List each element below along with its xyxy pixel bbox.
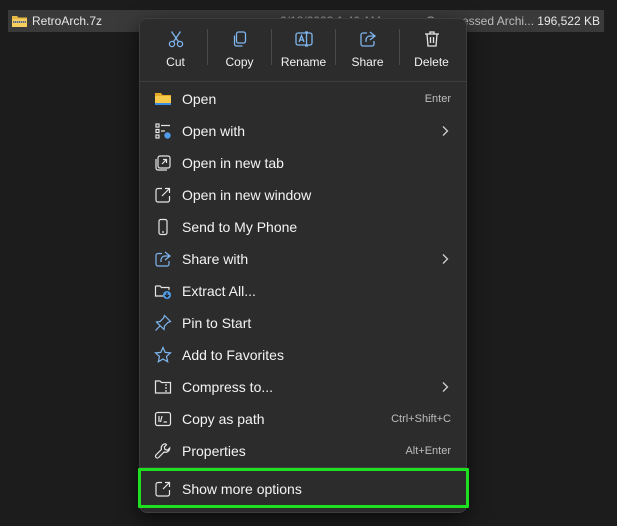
path-icon: [154, 410, 172, 428]
menu-item-shortcut: Alt+Enter: [405, 445, 451, 457]
new-window-icon: [154, 186, 172, 204]
show-more-options-label: Show more options: [182, 481, 302, 497]
menu-item-label: Open in new tab: [182, 155, 284, 171]
share-icon: [358, 29, 378, 49]
menu-item-label: Open in new window: [182, 187, 312, 203]
star-icon: [154, 346, 172, 364]
copy-icon: [230, 29, 250, 49]
share-with-icon: [154, 250, 172, 268]
trash-icon: [422, 29, 442, 49]
menu-item-label: Add to Favorites: [182, 347, 284, 363]
menu-item-open-in-new-tab[interactable]: Open in new tab: [140, 147, 466, 179]
share-button[interactable]: Share: [336, 19, 399, 75]
chevron-right-icon: [441, 125, 449, 137]
menu-item-copy-as-path[interactable]: Copy as path Ctrl+Shift+C: [140, 403, 466, 435]
menu-item-label: Pin to Start: [182, 315, 252, 331]
menu-item-send-to-phone[interactable]: Send to My Phone: [140, 211, 466, 243]
menu-divider: [140, 81, 466, 82]
menu-item-label: Properties: [182, 443, 246, 459]
menu-item-label: Open: [182, 91, 217, 107]
menu-item-shortcut: Ctrl+Shift+C: [391, 413, 451, 425]
chevron-right-icon: [441, 381, 449, 393]
menu-item-label: Extract All...: [182, 283, 256, 299]
copy-label: Copy: [225, 55, 254, 69]
compress-icon: [154, 378, 172, 396]
menu-divider: [140, 467, 466, 468]
menu-item-properties[interactable]: Properties Alt+Enter: [140, 435, 466, 467]
menu-item-compress-to[interactable]: Compress to...: [140, 371, 466, 403]
rename-label: Rename: [280, 55, 327, 69]
delete-label: Delete: [414, 55, 449, 69]
cut-label: Cut: [166, 55, 185, 69]
menu-item-add-to-favorites[interactable]: Add to Favorites: [140, 339, 466, 371]
quick-action-bar: Cut Copy Rename Share Delete: [140, 19, 466, 75]
apps-icon: [154, 122, 172, 140]
rename-button[interactable]: Rename: [272, 19, 335, 75]
scissors-icon: [166, 29, 186, 49]
show-more-options-button[interactable]: Show more options: [140, 473, 466, 505]
wrench-icon: [154, 442, 172, 460]
menu-item-label: Send to My Phone: [182, 219, 298, 235]
archive-file-icon: [11, 14, 28, 28]
menu-items: Open Enter Open with Open in new tab Ope…: [140, 83, 466, 467]
expand-icon: [154, 480, 172, 498]
menu-item-label: Share with: [182, 251, 249, 267]
menu-item-extract-all[interactable]: Extract All...: [140, 275, 466, 307]
menu-item-label: Compress to...: [182, 379, 274, 395]
menu-item-pin-to-start[interactable]: Pin to Start: [140, 307, 466, 339]
menu-item-open[interactable]: Open Enter: [140, 83, 466, 115]
new-tab-icon: [154, 154, 172, 172]
menu-item-open-with[interactable]: Open with: [140, 115, 466, 147]
menu-item-share-with[interactable]: Share with: [140, 243, 466, 275]
phone-icon: [154, 218, 172, 236]
copy-button[interactable]: Copy: [208, 19, 271, 75]
menu-item-label: Copy as path: [182, 411, 265, 427]
cut-button[interactable]: Cut: [144, 19, 207, 75]
folder-icon: [154, 90, 172, 108]
menu-item-open-in-new-window[interactable]: Open in new window: [140, 179, 466, 211]
file-size: 196,522 KB: [537, 14, 600, 28]
rename-icon: [294, 29, 314, 49]
file-name: RetroArch.7z: [32, 14, 103, 28]
menu-item-shortcut: Enter: [424, 93, 451, 105]
delete-button[interactable]: Delete: [400, 19, 463, 75]
pin-icon: [154, 314, 172, 332]
context-menu: Cut Copy Rename Share Delete Open Enter …: [139, 18, 467, 513]
share-label: Share: [351, 55, 384, 69]
menu-item-label: Open with: [182, 123, 246, 139]
extract-icon: [154, 282, 172, 300]
chevron-right-icon: [441, 253, 449, 265]
